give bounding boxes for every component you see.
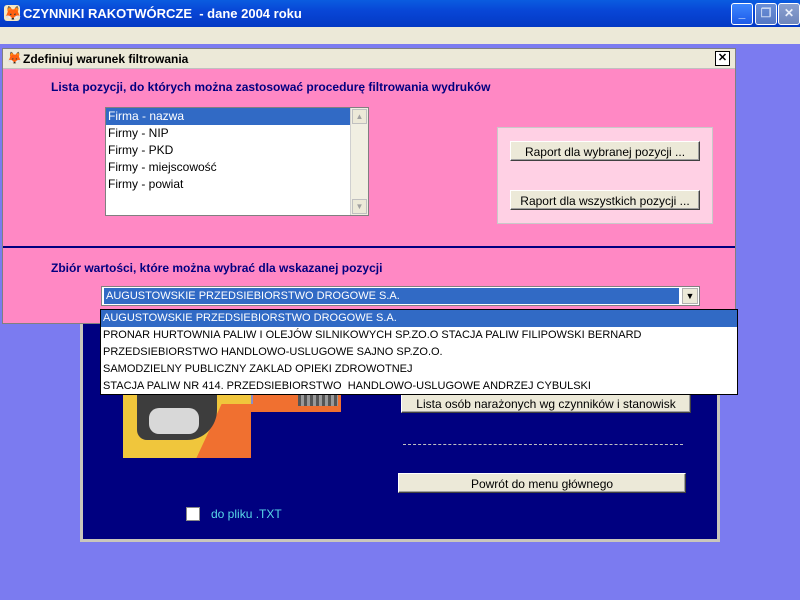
positions-heading: Lista pozycji, do których można zastosow… <box>51 80 491 94</box>
filter-dialog: 🦊 Zdefiniuj warunek filtrowania ✕ Lista … <box>2 48 736 324</box>
window-title: CZYNNIKI RAKOTWÓRCZE - dane 2004 roku <box>23 6 302 21</box>
listbox-scrollbar[interactable]: ▲ ▼ <box>350 108 368 215</box>
minimize-button[interactable]: _ <box>731 3 753 25</box>
dialog-close-button[interactable]: ✕ <box>715 51 730 66</box>
list-item[interactable]: Firma - nazwa <box>106 108 350 125</box>
fox-icon: 🦊 <box>4 5 22 21</box>
txt-file-checkbox-label: do pliku .TXT <box>211 507 282 521</box>
values-dropdown-list[interactable]: AUGUSTOWSKIE PRZEDSIEBIORSTWO DROGOWE S.… <box>100 309 738 395</box>
dropdown-option[interactable]: STACJA PALIW NR 414. PRZEDSIEBIORSTWO HA… <box>101 378 737 395</box>
chevron-down-icon[interactable]: ▼ <box>682 288 698 304</box>
dropdown-option[interactable]: PRONAR HURTOWNIA PALIW I OLEJÓW SILNIKOW… <box>101 327 737 344</box>
values-heading: Zbiór wartości, które można wybrać dla w… <box>51 261 383 275</box>
close-window-button[interactable]: ✕ <box>778 3 800 25</box>
menu-strip <box>0 27 800 44</box>
window-titlebar: 🦊 CZYNNIKI RAKOTWÓRCZE - dane 2004 roku … <box>0 0 800 27</box>
report-all-button[interactable]: Raport dla wszystkich pozycji ... <box>510 190 700 210</box>
values-combobox[interactable]: AUGUSTOWSKIE PRZEDSIEBIORSTWO DROGOWE S.… <box>101 286 700 306</box>
dropdown-option[interactable]: AUGUSTOWSKIE PRZEDSIEBIORSTWO DROGOWE S.… <box>101 310 737 327</box>
back-to-main-menu-button[interactable]: Powrót do menu głównego <box>398 473 686 493</box>
scroll-up-icon[interactable]: ▲ <box>352 109 367 124</box>
list-item[interactable]: Firmy - PKD <box>106 142 350 159</box>
decorative-image <box>123 390 341 458</box>
dropdown-option[interactable]: SAMODZIELNY PUBLICZNY ZAKLAD OPIEKI ZDRO… <box>101 361 737 378</box>
report-selected-button[interactable]: Raport dla wybranej pozycji ... <box>510 141 700 161</box>
dialog-title: Zdefiniuj warunek filtrowania <box>23 52 189 66</box>
dashed-separator <box>403 444 683 445</box>
list-exposed-persons-button[interactable]: Lista osób narażonych wg czynników i sta… <box>401 393 691 413</box>
section-divider <box>3 246 735 248</box>
dialog-titlebar: 🦊 Zdefiniuj warunek filtrowania ✕ <box>3 49 735 69</box>
scroll-down-icon[interactable]: ▼ <box>352 199 367 214</box>
report-buttons-panel: Raport dla wybranej pozycji ... Raport d… <box>497 127 713 224</box>
txt-file-checkbox[interactable] <box>186 507 200 521</box>
maximize-button[interactable]: ❐ <box>755 3 777 25</box>
list-item[interactable]: Firmy - powiat <box>106 176 350 193</box>
positions-listbox[interactable]: Firma - nazwa Firmy - NIP Firmy - PKD Fi… <box>105 107 369 216</box>
list-item[interactable]: Firmy - miejscowość <box>106 159 350 176</box>
combobox-value[interactable]: AUGUSTOWSKIE PRZEDSIEBIORSTWO DROGOWE S.… <box>104 288 679 304</box>
list-item[interactable]: Firmy - NIP <box>106 125 350 142</box>
dropdown-option[interactable]: PRZEDSIEBIORSTWO HANDLOWO-USLUGOWE SAJNO… <box>101 344 737 361</box>
fox-icon: 🦊 <box>7 51 22 65</box>
